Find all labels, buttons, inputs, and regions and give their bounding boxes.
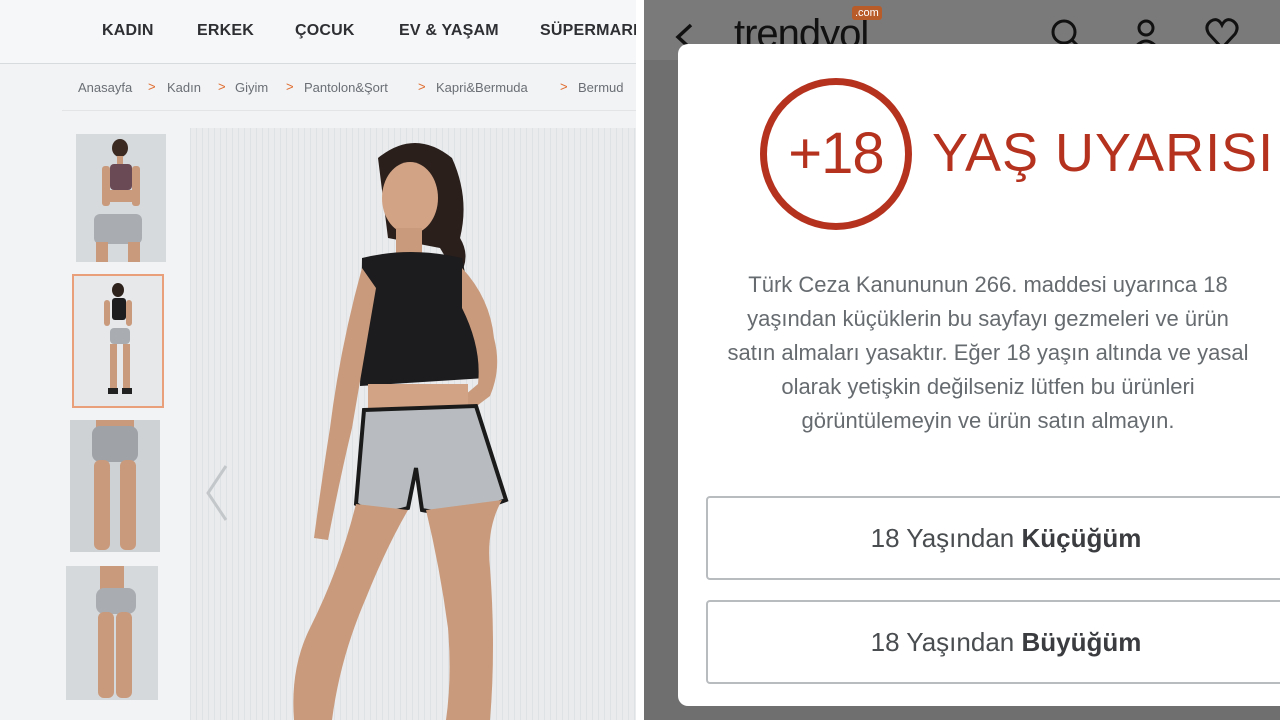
over-18-button[interactable]: 18 Yaşından Büyüğüm: [706, 600, 1280, 684]
model-figure-icon: [74, 276, 162, 406]
breadcrumb-item[interactable]: Bermud: [578, 80, 624, 95]
nav-item-supermarket[interactable]: SÜPERMARK: [540, 22, 636, 40]
product-thumbnail[interactable]: [76, 134, 166, 262]
model-figure-icon: [76, 134, 166, 262]
warning-text-line: Türk Ceza Kanununun 266. maddesi uyarınc…: [748, 272, 1228, 297]
breadcrumb-separator: >: [148, 79, 156, 94]
nav-item-kadin[interactable]: KADIN: [102, 22, 154, 40]
breadcrumb-item[interactable]: Kadın: [167, 80, 201, 95]
breadcrumb-separator: >: [560, 79, 568, 94]
breadcrumb-item[interactable]: Anasayfa: [78, 80, 132, 95]
product-thumbnail[interactable]: [70, 420, 160, 552]
category-nav: KADIN ERKEK ÇOCUK EV & YAŞAM SÜPERMARK: [0, 0, 636, 64]
previous-image-arrow-icon[interactable]: [204, 464, 230, 522]
logo-com-badge: .com: [852, 6, 882, 20]
breadcrumb-item[interactable]: Giyim: [235, 80, 268, 95]
under-18-button[interactable]: 18 Yaşından Küçüğüm: [706, 496, 1280, 580]
model-figure-icon: [66, 566, 158, 700]
over-18-label-prefix: 18 Yaşından: [870, 627, 1022, 657]
age-warning-modal: +18 YAŞ UYARISI Türk Ceza Kanununun 266.…: [678, 44, 1280, 706]
model-photo-icon: [190, 128, 636, 720]
under-18-label-bold: Küçüğüm: [1021, 523, 1142, 553]
age-18-badge: +18: [760, 78, 912, 230]
modal-title: YAŞ UYARISI: [932, 123, 1275, 183]
product-page-photo: KADIN ERKEK ÇOCUK EV & YAŞAM SÜPERMARK A…: [0, 0, 636, 720]
breadcrumb-item[interactable]: Kapri&Bermuda: [436, 80, 528, 95]
product-thumbnail[interactable]: [66, 566, 158, 700]
over-18-label-bold: Büyüğüm: [1021, 627, 1142, 657]
under-18-label-prefix: 18 Yaşından: [870, 523, 1022, 553]
model-figure-icon: [70, 420, 160, 552]
breadcrumb-separator: >: [218, 79, 226, 94]
warning-text-line: görüntülemeyin ve ürün satın almayın.: [801, 408, 1175, 433]
nav-item-erkek[interactable]: ERKEK: [197, 22, 254, 40]
breadcrumb-separator: >: [286, 79, 294, 94]
warning-text-line: yaşından küçüklerin bu sayfayı gezmeleri…: [747, 306, 1229, 331]
product-main-image[interactable]: [190, 128, 636, 720]
nav-item-ev-yasam[interactable]: EV & YAŞAM: [399, 22, 499, 40]
mobile-screen: trendyol .com +18 YAŞ UYARISI Türk Ceza …: [644, 0, 1280, 720]
breadcrumb-item[interactable]: Pantolon&Şort: [304, 80, 388, 95]
nav-item-cocuk[interactable]: ÇOCUK: [295, 22, 355, 40]
warning-text-line: satın almaları yasaktır. Eğer 18 yaşın a…: [727, 340, 1249, 365]
product-thumbnail-selected[interactable]: [72, 274, 164, 408]
image-divider: [636, 0, 644, 720]
warning-text-line: olarak yetişkin değilseniz lütfen bu ürü…: [781, 374, 1195, 399]
age-badge-text: +18: [788, 121, 884, 186]
divider-line: [62, 110, 636, 111]
breadcrumb-separator: >: [418, 79, 426, 94]
